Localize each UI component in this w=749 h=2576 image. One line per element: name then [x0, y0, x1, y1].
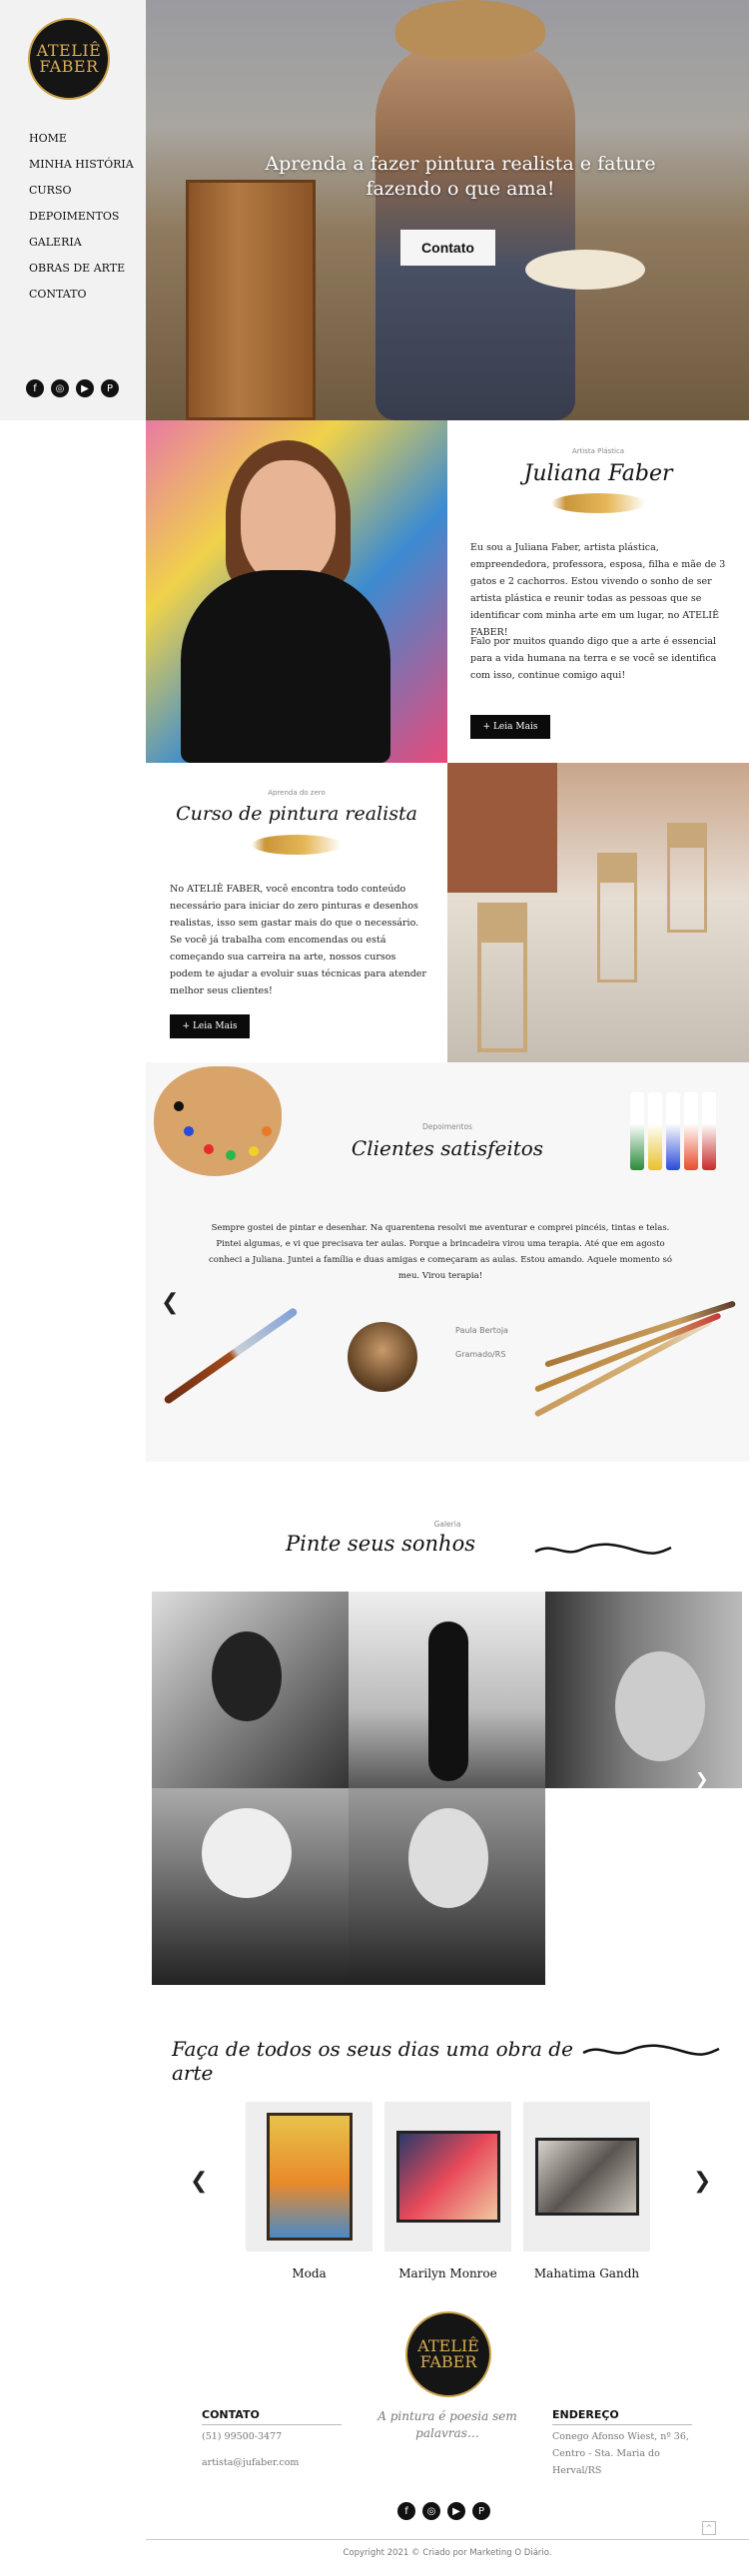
testimonials-section: Depoimentos Clientes satisfeitos Sempre … [146, 1062, 749, 1462]
gallery-next-arrow[interactable]: ❯ [695, 1769, 708, 1788]
gallery-image[interactable] [152, 1592, 349, 1788]
work-label: Moda [292, 2266, 327, 2280]
facebook-icon[interactable]: f [397, 2502, 415, 2520]
course-kicker: Aprenda do zero [268, 789, 326, 797]
youtube-icon[interactable]: ▶ [76, 379, 94, 397]
hero-palette-image [525, 250, 645, 290]
footer-address: Conego Afonso Wiest, nº 36, Centro - Sta… [552, 2431, 689, 2476]
about-name: Juliana Faber [523, 461, 673, 486]
testimonial-prev-arrow[interactable]: ❮ [161, 1290, 179, 1315]
work-card-marilyn[interactable] [384, 2102, 511, 2252]
footer-copyright: Copyright 2021 © Criado por Marketing O … [343, 2548, 552, 2558]
logo-line-2: FABER [39, 57, 99, 76]
nav-item-contato[interactable]: CONTATO [29, 286, 134, 312]
gallery-title: Pinte seus sonhos [286, 1532, 475, 1556]
course-read-more-button[interactable]: + Leia Mais [170, 1014, 250, 1038]
testimonial-location: Gramado/RS [455, 1350, 506, 1359]
footer-phone[interactable]: (51) 99500-3477 [202, 2428, 282, 2445]
testimonial-avatar [348, 1322, 417, 1392]
about-read-more-button[interactable]: + Leia Mais [470, 715, 550, 739]
works-prev-arrow[interactable]: ❮ [190, 2169, 208, 2194]
works-next-arrow[interactable]: ❯ [693, 2169, 711, 2194]
pinterest-icon[interactable]: P [472, 2502, 490, 2520]
footer-contact-heading: CONTATO [202, 2408, 342, 2425]
gallery-grid: ❯ [152, 1592, 743, 1987]
hero-easel-image [186, 180, 316, 420]
squiggle-decoration [534, 1543, 672, 1555]
nav-item-historia[interactable]: MINHA HISTÓRIA [29, 156, 134, 182]
footer-logo[interactable]: ATELIÊ FABER [405, 2311, 491, 2397]
course-photo [447, 763, 749, 1062]
gallery-header: Galeria Pinte seus sonhos [146, 1462, 749, 1592]
footer-divider [146, 2539, 749, 2540]
gallery-image[interactable] [349, 1592, 545, 1788]
footer-tagline: A pintura é poesia sem palavras… [377, 2409, 517, 2440]
nav-item-home[interactable]: HOME [29, 130, 134, 156]
testimonials-kicker: Depoimentos [422, 1122, 472, 1131]
footer-logo-line-2: FABER [419, 2352, 477, 2371]
photo-easel [667, 823, 707, 933]
about-paragraph-2: Falo por muitos quando digo que a arte é… [470, 636, 717, 681]
about-paragraph-1: Eu sou a Juliana Faber, artista plástica… [470, 542, 726, 638]
about-photo [146, 420, 447, 763]
nav-item-galeria[interactable]: GALERIA [29, 234, 134, 260]
testimonial-author: Paula Bertoja [455, 1326, 508, 1335]
testimonials-title: Clientes satisfeitos [351, 1136, 544, 1160]
gold-brush-stroke [252, 835, 342, 855]
works-title: Faça de todos os seus dias uma obra de a… [172, 2037, 573, 2085]
instagram-icon[interactable]: ◎ [422, 2502, 440, 2520]
work-card-moda[interactable] [246, 2102, 373, 2252]
paint-brushes-image [525, 1272, 745, 1432]
gallery-image[interactable] [545, 1592, 742, 1788]
nav-item-depoimentos[interactable]: DEPOIMENTOS [29, 208, 134, 234]
paint-tubes-image [630, 1092, 730, 1172]
back-to-top-button[interactable]: ^ [702, 2521, 716, 2535]
site-logo[interactable]: ATELIÊ FABER [28, 18, 110, 100]
footer-email[interactable]: artista@jufaber.com [202, 2454, 299, 2471]
work-image [266, 2113, 353, 2241]
footer-social-links: f ◎ ▶ P [397, 2502, 490, 2520]
gallery-kicker: Galeria [433, 1520, 461, 1529]
testimonial-text: Sempre gostei de pintar e desenhar. Na q… [209, 1223, 672, 1281]
course-title: Curso de pintura realista [176, 803, 417, 825]
social-links: f ◎ ▶ P [26, 379, 119, 397]
work-image [534, 2138, 639, 2216]
work-card-gandhi[interactable] [523, 2102, 650, 2252]
work-label: Mahatima Gandh [533, 2266, 640, 2280]
work-image [395, 2131, 500, 2223]
gallery-image[interactable] [152, 1788, 349, 1985]
about-kicker: Artista Plástica [571, 447, 625, 455]
youtube-icon[interactable]: ▶ [447, 2502, 465, 2520]
hero-title: Aprenda a fazer pintura realista e fatur… [265, 153, 656, 200]
pinterest-icon[interactable]: P [101, 379, 119, 397]
hero-banner: Aprenda a fazer pintura realista e fatur… [146, 0, 749, 420]
footer-address-heading: ENDEREÇO [552, 2408, 692, 2425]
palette-knife-image [163, 1306, 299, 1406]
course-paragraph: No ATELIÊ FABER, você encontra todo cont… [170, 884, 426, 996]
hero-contact-button[interactable]: Contato [400, 230, 495, 266]
squiggle-decoration [582, 2044, 720, 2056]
photo-easel [477, 903, 527, 1052]
facebook-icon[interactable]: f [26, 379, 44, 397]
nav-item-curso[interactable]: CURSO [29, 182, 134, 208]
instagram-icon[interactable]: ◎ [51, 379, 69, 397]
nav-item-obras[interactable]: OBRAS DE ARTE [29, 260, 134, 286]
work-label: Marilyn Monroe [398, 2266, 497, 2280]
gold-brush-stroke [551, 493, 646, 513]
main-nav: HOME MINHA HISTÓRIA CURSO DEPOIMENTOS GA… [29, 130, 134, 312]
hero-hat-image [395, 0, 545, 60]
photo-brick-wall [447, 763, 557, 893]
photo-face [241, 460, 336, 585]
photo-easel [597, 853, 637, 982]
gallery-image[interactable] [349, 1788, 545, 1985]
photo-body [181, 570, 390, 763]
